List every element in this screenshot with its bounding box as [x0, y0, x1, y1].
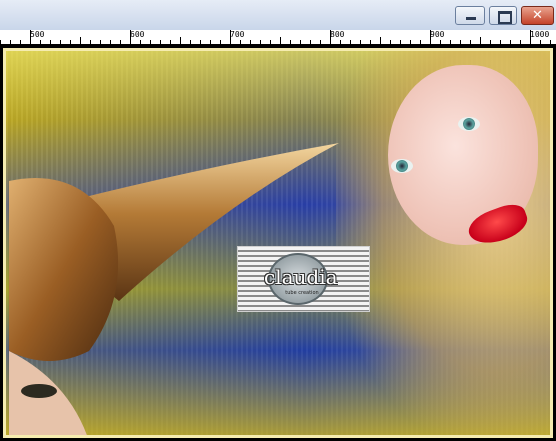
ruler-tick	[450, 40, 451, 44]
ruler-tick	[520, 40, 521, 44]
ruler-tick	[300, 40, 301, 44]
ruler-tick	[370, 40, 371, 44]
ruler-tick	[410, 40, 411, 44]
watermark-logo: claudia tube creation	[237, 246, 370, 312]
horizontal-ruler: 500 600 700 800 900 1000	[0, 30, 556, 45]
ruler-tick	[430, 30, 431, 44]
watermark-text: claudia	[264, 265, 338, 289]
ruler-tick	[480, 37, 481, 44]
image-canvas[interactable]: claudia tube creation	[3, 48, 553, 438]
ruler-tick	[210, 40, 211, 44]
ruler-label: 700	[230, 30, 245, 39]
ruler-label: 1000	[530, 30, 550, 39]
ruler-tick	[260, 40, 261, 44]
ruler-tick	[540, 40, 541, 44]
ruler-tick	[150, 40, 151, 44]
ruler-tick	[230, 30, 231, 44]
ruler-tick	[530, 30, 531, 44]
maximize-icon	[498, 11, 512, 24]
ruler-tick	[20, 40, 21, 44]
ruler-tick	[40, 40, 41, 44]
ruler-tick	[330, 30, 331, 44]
ruler-tick	[100, 40, 101, 44]
ruler-tick	[310, 40, 311, 44]
ruler-label: 800	[330, 30, 345, 39]
watermark-subtext: tube creation	[285, 290, 319, 296]
title-bar: ✕	[0, 0, 556, 31]
ruler-tick	[270, 40, 271, 44]
ruler-tick	[170, 40, 171, 44]
ruler-tick	[220, 40, 221, 44]
ruler-tick	[390, 40, 391, 44]
ruler-tick	[360, 40, 361, 44]
ruler-tick	[470, 40, 471, 44]
ruler-tick	[490, 40, 491, 44]
ruler-tick	[250, 40, 251, 44]
ruler-tick	[120, 40, 121, 44]
ruler-tick	[320, 40, 321, 44]
left-eye	[21, 384, 57, 398]
ruler-tick	[60, 40, 61, 44]
ruler-tick	[400, 40, 401, 44]
close-button[interactable]: ✕	[521, 6, 554, 25]
ruler-label: 500	[30, 30, 45, 39]
canvas-frame: claudia tube creation	[0, 45, 556, 441]
minimize-icon	[466, 17, 476, 20]
ruler-tick	[380, 37, 381, 44]
ruler-tick	[290, 40, 291, 44]
close-icon: ✕	[532, 8, 543, 23]
ruler-tick	[350, 40, 351, 44]
ruler-label: 600	[130, 30, 145, 39]
ruler-tick	[30, 30, 31, 44]
ruler-tick	[140, 40, 141, 44]
ruler-tick	[280, 37, 281, 44]
ruler-tick	[90, 40, 91, 44]
minimize-button[interactable]	[455, 6, 485, 25]
ruler-tick	[130, 30, 131, 44]
ruler-tick	[340, 40, 341, 44]
ruler-tick	[180, 37, 181, 44]
ruler-tick	[70, 40, 71, 44]
ruler-tick	[240, 40, 241, 44]
ruler-tick	[110, 40, 111, 44]
ruler-tick	[510, 40, 511, 44]
ruler-tick	[200, 40, 201, 44]
app-window: ✕ 500 600 700 800 900 1000 claudia tube …	[0, 0, 556, 441]
ruler-tick	[500, 40, 501, 44]
hair-horn	[9, 143, 339, 435]
ruler-tick	[160, 40, 161, 44]
ruler-tick	[460, 40, 461, 44]
maximize-button[interactable]	[489, 6, 517, 25]
ruler-tick	[440, 40, 441, 44]
ruler-tick	[190, 40, 191, 44]
ruler-tick	[50, 40, 51, 44]
ruler-tick	[10, 40, 11, 44]
ruler-tick	[420, 40, 421, 44]
ruler-tick	[80, 37, 81, 44]
ruler-label: 900	[430, 30, 445, 39]
ruler-tick	[550, 40, 551, 44]
ruler-tick	[0, 40, 1, 44]
